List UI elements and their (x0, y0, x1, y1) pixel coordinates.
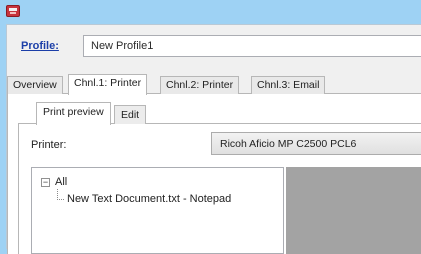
client-area: Profile: New Profile1 Overview Chnl.1: P… (6, 24, 421, 254)
collapse-toggle-icon[interactable]: − (41, 178, 50, 187)
tree-root-all[interactable]: All (55, 176, 67, 188)
tab-channel-3-email[interactable]: Chnl.3: Email (251, 76, 326, 94)
tab-overview[interactable]: Overview (7, 76, 63, 94)
profile-row: Profile: New Profile1 (21, 33, 421, 57)
profile-link[interactable]: Profile: (21, 40, 59, 52)
tab-print-preview[interactable]: Print preview (36, 102, 111, 125)
printer-label: Printer: (31, 139, 67, 151)
channel-tab-strip: Overview Chnl.1: Printer Chnl.2: Printer… (7, 74, 421, 95)
channel-1-panel: Print preview Edit Printer: Ricoh Aficio… (7, 94, 421, 254)
printer-select[interactable]: Ricoh Aficio MP C2500 PCL6 (211, 132, 421, 155)
print-preview-panel: Printer: Ricoh Aficio MP C2500 PCL6 − Al… (18, 124, 421, 254)
title-bar[interactable] (0, 0, 421, 22)
tree-connector-horizontal (57, 199, 64, 200)
profile-name-input[interactable]: New Profile1 (83, 35, 421, 57)
tree-item-document[interactable]: New Text Document.txt - Notepad (67, 193, 231, 205)
application-window: Profile: New Profile1 Overview Chnl.1: P… (0, 0, 421, 254)
tab-channel-2-printer[interactable]: Chnl.2: Printer (160, 76, 240, 94)
tab-edit[interactable]: Edit (114, 105, 147, 124)
document-tree[interactable]: − All New Text Document.txt - Notepad (31, 167, 284, 254)
print-preview-canvas (286, 167, 421, 254)
tab-channel-1-printer[interactable]: Chnl.1: Printer (68, 74, 148, 95)
app-printer-icon[interactable] (6, 5, 20, 17)
printer-subtab-strip: Print preview Edit (18, 102, 421, 125)
